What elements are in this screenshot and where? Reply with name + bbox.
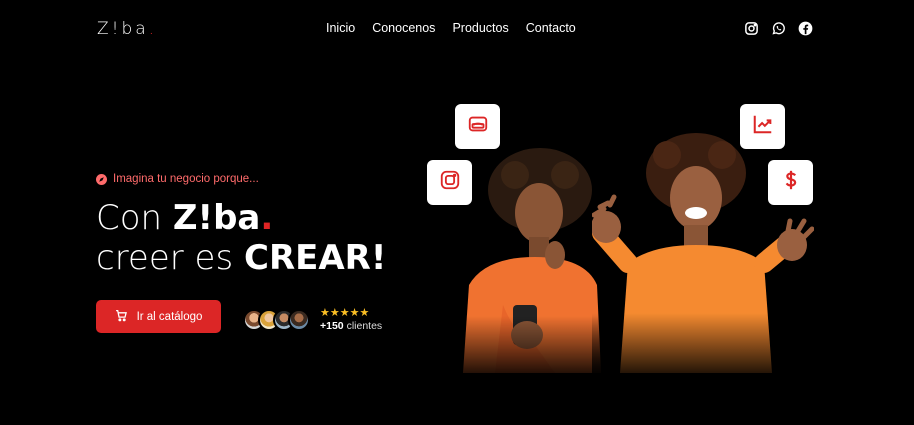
hero-eyebrow: Imagina tu negocio porque... (96, 173, 259, 185)
cart-icon (115, 309, 128, 325)
chart-card (740, 104, 785, 149)
headline-prefix: Con (96, 198, 173, 238)
main-nav: Inicio Conocenos Productos Contacto (326, 21, 576, 35)
instagram-icon (439, 169, 461, 196)
headline-dot: . (260, 198, 274, 238)
dollar-icon (780, 169, 802, 196)
brand-logo[interactable]: Z!ba. (97, 19, 157, 39)
headline-line2-prefix: creer es (96, 238, 244, 278)
logo-dot: . (148, 19, 158, 39)
rating-stars: ★★★★★ (320, 307, 370, 319)
avatar-group (243, 308, 310, 331)
clients-label: clientes (343, 320, 383, 332)
whatsapp-icon[interactable] (771, 21, 786, 36)
clients-number: +150 (320, 320, 344, 332)
headline-brand: Z!ba (172, 198, 261, 238)
instagram-card (427, 160, 472, 205)
nav-contacto[interactable]: Contacto (526, 21, 576, 35)
avatar (288, 308, 310, 331)
instagram-icon[interactable] (744, 21, 759, 36)
thinking-woman-image (455, 145, 605, 373)
chart-up-icon (752, 113, 774, 140)
social-links (744, 21, 813, 36)
nav-conocenos[interactable]: Conocenos (372, 21, 435, 35)
logo-text: Z!ba (97, 19, 149, 39)
catalog-button-label: Ir al catálogo (136, 310, 203, 323)
dollar-card (768, 160, 813, 205)
compass-icon (96, 173, 107, 185)
clients-count: +150 clientes (320, 320, 382, 332)
catalog-button[interactable]: Ir al catálogo (96, 300, 221, 333)
headline-emphasis: CREAR! (244, 238, 387, 278)
wallet-icon (467, 113, 489, 140)
nav-productos[interactable]: Productos (452, 21, 508, 35)
facebook-icon[interactable] (798, 21, 813, 36)
eyebrow-text: Imagina tu negocio porque... (113, 173, 259, 185)
clients-proof: ★★★★★ +150 clientes (243, 307, 382, 332)
nav-inicio[interactable]: Inicio (326, 21, 355, 35)
wallet-card (455, 104, 500, 149)
hero-headline: Con Z!ba. creer es CREAR! (96, 198, 386, 278)
